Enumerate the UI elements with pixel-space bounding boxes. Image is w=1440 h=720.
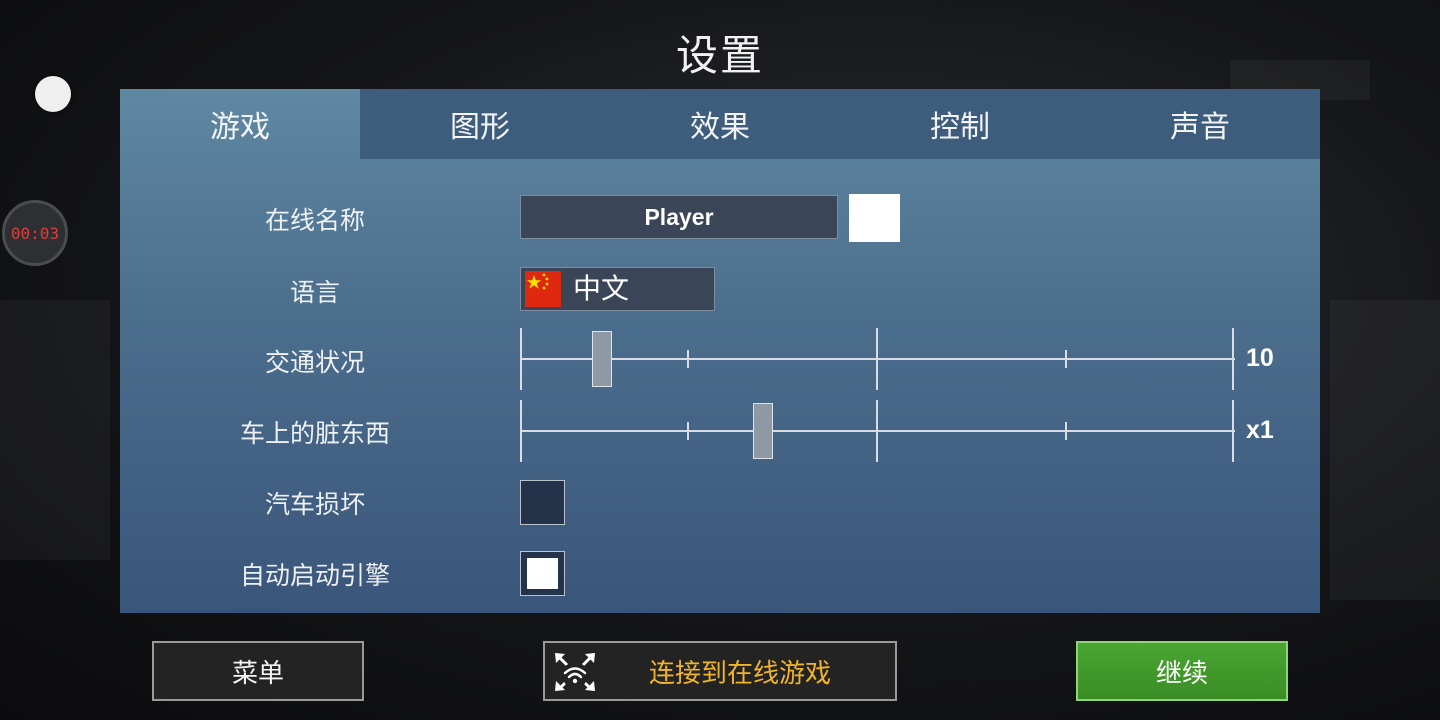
slider-tick xyxy=(1232,328,1234,390)
car-dirt-label: 车上的脏东西 xyxy=(239,419,390,448)
traffic-slider[interactable] xyxy=(520,328,1235,390)
traffic-value: 10 xyxy=(1246,344,1274,372)
page-title: 设置 xyxy=(675,31,764,80)
slider-tick xyxy=(1232,400,1234,462)
car-dirt-value: x1 xyxy=(1246,416,1274,444)
traffic-label: 交通状况 xyxy=(264,348,365,377)
language-label: 语言 xyxy=(289,278,340,307)
tab-sound[interactable]: 声音 xyxy=(1080,89,1320,159)
checkbox-checkmark xyxy=(527,558,558,589)
name-color-picker[interactable] xyxy=(849,194,900,242)
online-name-field[interactable]: Player xyxy=(520,195,838,239)
connect-online-button[interactable]: 连接到在线游戏 xyxy=(543,641,897,701)
car-damage-checkbox[interactable] xyxy=(520,480,565,525)
car-dirt-slider[interactable] xyxy=(520,400,1235,462)
slider-tick xyxy=(687,350,689,368)
tab-effects[interactable]: 效果 xyxy=(600,89,840,159)
background-detail xyxy=(1330,300,1440,600)
slider-tick xyxy=(876,328,878,390)
recording-timer: 00:03 xyxy=(2,200,68,266)
slider-tick xyxy=(520,400,522,462)
continue-button[interactable]: 继续 xyxy=(1076,641,1288,701)
tab-bar: 游戏 图形 效果 控制 声音 xyxy=(120,89,1320,159)
auto-start-engine-label: 自动启动引擎 xyxy=(239,561,390,590)
background-detail xyxy=(0,300,110,560)
language-selector[interactable]: 中文 xyxy=(520,267,715,311)
slider-tick xyxy=(687,422,689,440)
slider-tick xyxy=(876,400,878,462)
tab-graphics[interactable]: 图形 xyxy=(360,89,600,159)
car-damage-label: 汽车损坏 xyxy=(264,490,365,519)
record-button[interactable] xyxy=(35,76,71,112)
slider-tick xyxy=(1065,350,1067,368)
car-dirt-slider-handle[interactable] xyxy=(753,403,773,459)
connect-online-label: 连接到在线游戏 xyxy=(648,658,831,689)
traffic-slider-handle[interactable] xyxy=(592,331,612,387)
online-name-label: 在线名称 xyxy=(264,206,365,235)
slider-tick xyxy=(1065,422,1067,440)
china-flag-icon xyxy=(525,271,561,307)
tab-controls[interactable]: 控制 xyxy=(840,89,1080,159)
menu-button[interactable]: 菜单 xyxy=(152,641,364,701)
slider-tick xyxy=(520,328,522,390)
language-value: 中文 xyxy=(573,272,630,305)
tab-game[interactable]: 游戏 xyxy=(120,89,360,159)
online-network-icon xyxy=(555,653,595,691)
settings-panel: 游戏 图形 效果 控制 声音 在线名称 Player 语言 中文 交通状况 10… xyxy=(120,89,1320,613)
auto-start-engine-checkbox[interactable] xyxy=(520,551,565,596)
